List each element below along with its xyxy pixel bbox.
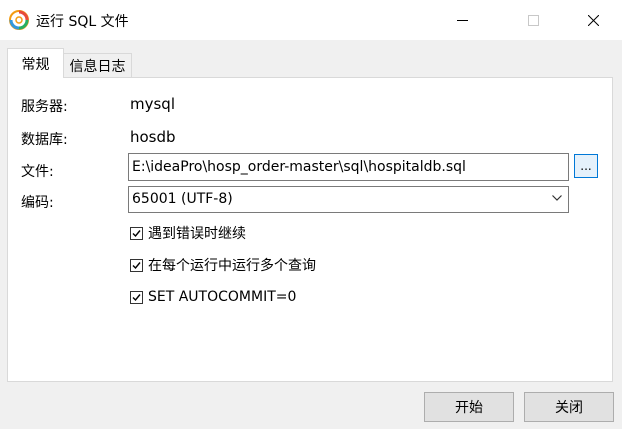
continue-on-error-option[interactable]: 遇到错误时继续 — [130, 225, 246, 242]
autocommit-checkbox[interactable] — [130, 290, 143, 304]
minimize-button[interactable] — [439, 0, 485, 40]
close-button[interactable]: 关闭 — [524, 392, 614, 422]
checkmark-icon — [132, 261, 141, 269]
general-panel — [7, 77, 613, 382]
minimize-icon — [456, 19, 468, 21]
checkmark-icon — [132, 229, 141, 237]
continue-on-error-checkbox[interactable] — [130, 226, 143, 240]
chevron-down-icon — [552, 195, 562, 201]
window-title: 运行 SQL 文件 — [36, 14, 129, 30]
continue-on-error-label: 遇到错误时继续 — [148, 226, 246, 242]
checkmark-icon — [132, 293, 141, 301]
close-icon — [587, 14, 599, 26]
file-path-input[interactable] — [128, 153, 569, 181]
start-button[interactable]: 开始 — [424, 392, 514, 422]
app-logo-icon — [9, 10, 29, 30]
multiple-queries-label: 在每个运行中运行多个查询 — [148, 258, 316, 274]
title-bar: 运行 SQL 文件 — [0, 0, 622, 40]
tab-general[interactable]: 常规 — [7, 48, 64, 78]
autocommit-label: SET AUTOCOMMIT=0 — [148, 289, 297, 305]
multiple-queries-checkbox[interactable] — [130, 258, 143, 272]
server-label: 服务器: — [21, 99, 68, 115]
maximize-button[interactable] — [510, 0, 556, 40]
browse-button[interactable]: ... — [574, 154, 598, 178]
tab-info-log[interactable]: 信息日志 — [64, 53, 132, 77]
autocommit-option[interactable]: SET AUTOCOMMIT=0 — [130, 289, 296, 305]
close-window-button[interactable] — [570, 0, 616, 40]
server-value: mysql — [130, 95, 175, 113]
encoding-label: 编码: — [21, 195, 54, 211]
database-label: 数据库: — [21, 132, 68, 148]
encoding-selected-value: 65001 (UTF-8) — [132, 191, 233, 207]
file-label: 文件: — [21, 164, 54, 180]
maximize-icon — [527, 14, 539, 26]
database-value: hosdb — [130, 128, 176, 146]
encoding-select[interactable]: 65001 (UTF-8) — [128, 186, 569, 213]
multiple-queries-option[interactable]: 在每个运行中运行多个查询 — [130, 257, 316, 274]
